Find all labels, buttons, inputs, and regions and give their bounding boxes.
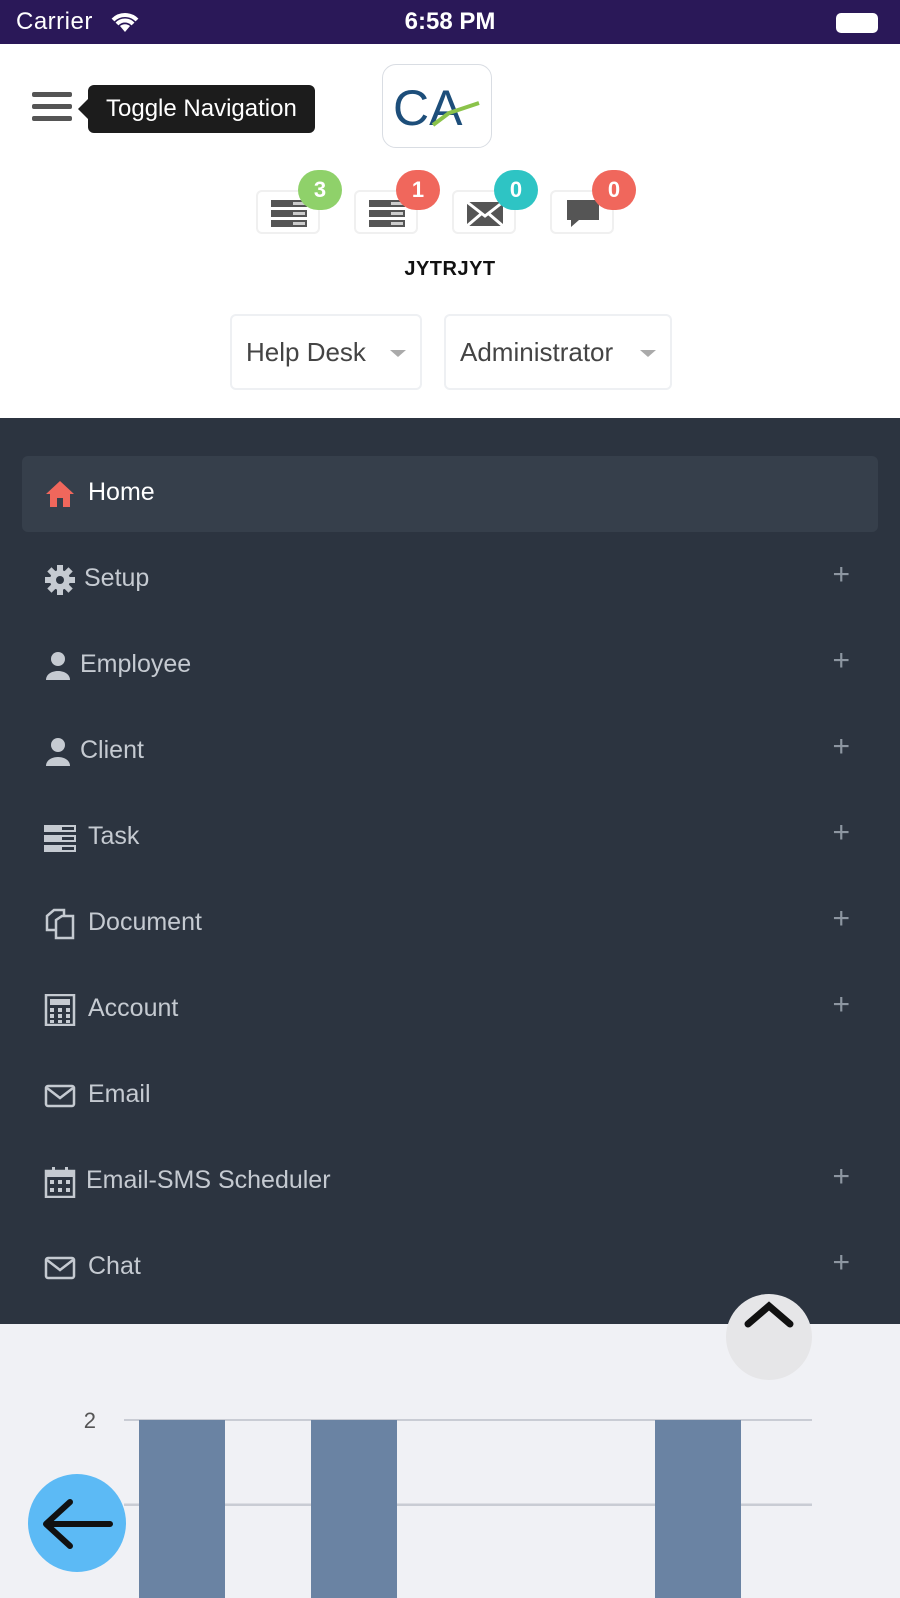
caret-down-icon: [390, 350, 406, 357]
chat-notification-button[interactable]: 0: [550, 170, 636, 234]
sidebar-item-label: Task: [88, 822, 140, 850]
envelope-icon: [44, 1084, 76, 1108]
sidebar-item-label: Client: [80, 736, 144, 764]
expand-plus-icon[interactable]: +: [832, 816, 850, 850]
pending-tasks-notification-button[interactable]: 1: [354, 170, 440, 234]
sidebar-item-account[interactable]: Account +: [22, 972, 878, 1048]
home-icon: [46, 481, 74, 507]
sidebar-item-label: Email-SMS Scheduler: [86, 1166, 331, 1194]
notification-badge: 0: [592, 170, 636, 210]
arrow-left-icon: [43, 1499, 113, 1549]
calendar-icon: [44, 1167, 76, 1198]
sidebar-item-label: Employee: [80, 650, 192, 678]
caret-down-icon: [640, 350, 656, 357]
sidebar-item-email[interactable]: Email: [22, 1058, 878, 1134]
user-icon: [46, 738, 70, 766]
sidebar-item-label: Account: [88, 994, 179, 1022]
calculator-icon: [44, 994, 76, 1026]
status-bar: Carrier 6:58 PM: [0, 0, 900, 44]
sidebar-item-email-sms-scheduler[interactable]: Email-SMS Scheduler +: [22, 1144, 878, 1220]
notification-badge: 0: [494, 170, 538, 210]
sidebar-item-setup[interactable]: Setup +: [22, 542, 878, 618]
sidebar-nav: Home Setup + Employee + Client + Task + …: [0, 418, 900, 1324]
ca-logo: CA: [382, 64, 492, 148]
sidebar-item-label: Chat: [88, 1252, 141, 1280]
envelope-icon: [44, 1256, 76, 1280]
y-tick-label: 2: [84, 1408, 96, 1433]
logo-text: CA: [393, 80, 463, 136]
role-value: Administrator: [460, 337, 614, 367]
department-value: Help Desk: [246, 337, 366, 367]
clock-label: 6:58 PM: [404, 8, 496, 35]
expand-plus-icon[interactable]: +: [832, 1246, 850, 1280]
mail-notification-button[interactable]: 0: [452, 170, 538, 234]
expand-plus-icon[interactable]: +: [832, 1160, 850, 1194]
department-dropdown[interactable]: Help Desk: [230, 314, 422, 390]
username-label: JYTRJYT: [404, 258, 496, 280]
chart-bar: [655, 1420, 741, 1598]
sidebar-item-task[interactable]: Task +: [22, 800, 878, 876]
back-button[interactable]: [28, 1474, 126, 1572]
expand-plus-icon[interactable]: +: [832, 988, 850, 1022]
notification-badge: 1: [396, 170, 440, 210]
sidebar-item-label: Email: [88, 1080, 151, 1108]
gear-icon: [45, 565, 75, 595]
expand-plus-icon[interactable]: +: [832, 644, 850, 678]
chart-bar: [139, 1420, 225, 1598]
app-header: Toggle Navigation CA 3 1 0 0 JYTRJYT Hel…: [0, 44, 900, 418]
documents-icon: [45, 908, 75, 940]
sidebar-item-label: Document: [88, 908, 202, 936]
toggle-navigation-tooltip: Toggle Navigation: [78, 85, 315, 133]
user-icon: [46, 652, 70, 680]
task-list-icon: [44, 825, 76, 852]
chevron-up-icon: [744, 1301, 794, 1328]
tasks-notification-button[interactable]: 3: [256, 170, 342, 234]
expand-plus-icon[interactable]: +: [832, 730, 850, 764]
notification-badge: 3: [298, 170, 342, 210]
expand-plus-icon[interactable]: +: [832, 558, 850, 592]
sidebar-item-home[interactable]: Home: [22, 456, 878, 532]
chart-bar: [311, 1420, 397, 1598]
sidebar-item-client[interactable]: Client +: [22, 714, 878, 790]
role-dropdown[interactable]: Administrator: [444, 314, 672, 390]
expand-plus-icon[interactable]: +: [832, 902, 850, 936]
battery-icon: [836, 13, 878, 33]
sidebar-item-label: Setup: [84, 564, 150, 592]
sidebar-item-label: Home: [88, 478, 155, 506]
scroll-to-top-button[interactable]: [726, 1294, 812, 1380]
sidebar-item-employee[interactable]: Employee +: [22, 628, 878, 704]
sidebar-item-document[interactable]: Document +: [22, 886, 878, 962]
toggle-navigation-button[interactable]: [32, 92, 72, 126]
